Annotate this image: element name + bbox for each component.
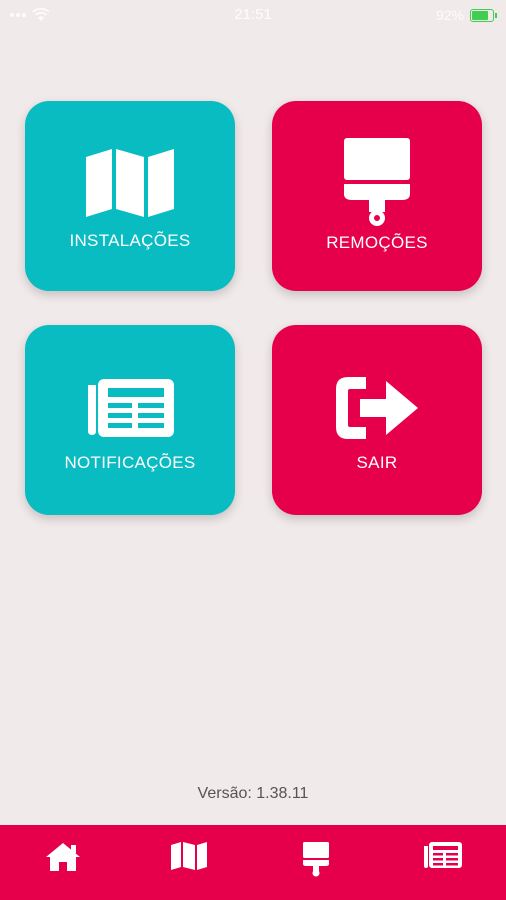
newspaper-icon — [424, 842, 462, 868]
tile-label-remocoes: REMOÇÕES — [326, 233, 428, 252]
version-text: Versão: 1.38.11 — [197, 785, 309, 802]
home-icon — [46, 843, 80, 871]
instalacoes-button[interactable]: INSTALAÇÕES — [25, 101, 235, 291]
remocoes-button[interactable]: REMOÇÕES — [272, 101, 482, 291]
battery-percent: 92% — [435, 7, 464, 23]
tile-label-instalacoes: INSTALAÇÕES — [69, 231, 191, 250]
battery-icon — [470, 8, 497, 22]
notificacoes-button[interactable]: NOTIFICAÇÕES — [25, 325, 235, 515]
tile-label-sair: SAIR — [356, 453, 398, 472]
status-time: 21:51 — [234, 6, 272, 23]
tab-home[interactable] — [0, 825, 126, 900]
paint-brush-icon — [344, 138, 410, 226]
sair-button[interactable]: SAIR — [272, 325, 482, 515]
newspaper-icon — [88, 379, 174, 437]
tab-instalacoes[interactable] — [126, 825, 252, 900]
tab-notificacoes[interactable] — [380, 825, 506, 900]
tab-remocoes[interactable] — [253, 825, 379, 900]
bottom-tab-bar — [0, 825, 506, 900]
logout-icon — [336, 377, 418, 439]
tile-label-notificacoes: NOTIFICAÇÕES — [64, 453, 196, 472]
battery-area: 92% — [435, 7, 497, 23]
map-icon — [86, 149, 174, 217]
paint-brush-icon — [303, 842, 329, 877]
map-icon — [171, 842, 207, 870]
status-bar: 21:51 92% — [0, 0, 506, 32]
